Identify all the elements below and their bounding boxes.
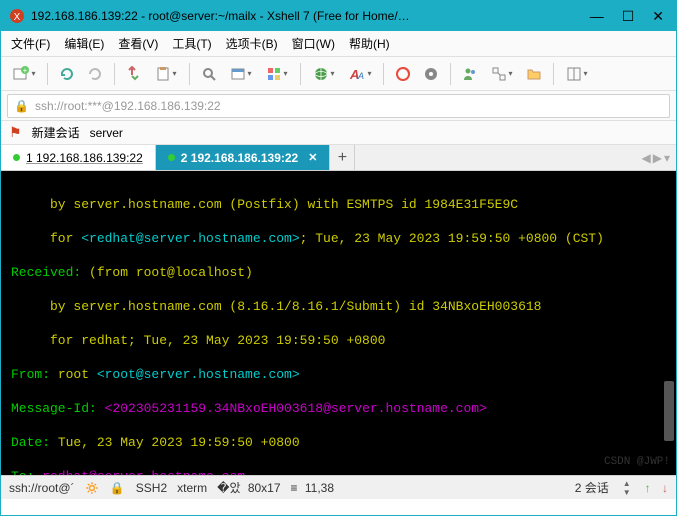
- app-icon: X: [9, 8, 25, 24]
- menu-tabs[interactable]: 选项卡(B): [226, 35, 278, 52]
- separator: [114, 63, 115, 85]
- separator: [450, 63, 451, 85]
- watermark: CSDN @JWP!: [604, 454, 670, 471]
- tunnel-button[interactable]: ▾: [485, 61, 519, 87]
- tab-next-icon[interactable]: ▶: [653, 151, 662, 165]
- toolbar: +▾ ▾ ▾ ▾ ▾ AA▾ ▾ ▾: [1, 57, 676, 91]
- disconnect-button[interactable]: [82, 61, 108, 87]
- separator: [553, 63, 554, 85]
- color-button[interactable]: ▾: [260, 61, 294, 87]
- close-button[interactable]: ✕: [652, 8, 664, 25]
- address-text: ssh://root:***@192.168.186.139:22: [35, 99, 221, 113]
- status-lock-icon: 🔅: [85, 481, 100, 495]
- status-path: ssh://root@´: [9, 481, 75, 495]
- svg-text:+: +: [23, 66, 28, 75]
- tab-menu-icon[interactable]: ▾: [664, 151, 670, 165]
- status-net: ↑ ↓: [645, 481, 668, 495]
- reconnect-button[interactable]: [54, 61, 80, 87]
- separator: [383, 63, 384, 85]
- bookmark-icon[interactable]: ⚑: [9, 124, 22, 141]
- new-session-link[interactable]: 新建会话: [32, 124, 80, 141]
- status-sessions-menu[interactable]: ▲▼: [623, 479, 631, 497]
- title-bar: X 192.168.186.139:22 - root@server:~/mai…: [1, 1, 676, 31]
- tab-2-label: 2 192.168.186.139:22: [181, 151, 298, 165]
- users-button[interactable]: [457, 61, 483, 87]
- separator: [189, 63, 190, 85]
- minimize-button[interactable]: —: [590, 8, 604, 25]
- menu-help[interactable]: 帮助(H): [349, 35, 390, 52]
- tab-add-button[interactable]: +: [330, 145, 355, 170]
- tab-close-icon[interactable]: ✕: [308, 151, 317, 164]
- session-name[interactable]: server: [90, 126, 123, 140]
- tab-strip: 1 192.168.186.139:22 2 192.168.186.139:2…: [1, 145, 676, 171]
- maximize-button[interactable]: ☐: [622, 8, 635, 25]
- menu-window[interactable]: 窗口(W): [292, 35, 335, 52]
- menu-view[interactable]: 查看(V): [118, 35, 158, 52]
- status-size: �았 80x17: [217, 479, 280, 496]
- terminal[interactable]: by server.hostname.com (Postfix) with ES…: [1, 171, 676, 475]
- folder-button[interactable]: [521, 61, 547, 87]
- new-session-button[interactable]: +▾: [7, 61, 41, 87]
- address-input[interactable]: 🔒 ssh://root:***@192.168.186.139:22: [7, 94, 670, 118]
- font-button[interactable]: AA▾: [343, 61, 377, 87]
- svg-text:A: A: [357, 71, 364, 81]
- find-button[interactable]: [196, 61, 222, 87]
- layout-button[interactable]: ▾: [560, 61, 594, 87]
- globe-button[interactable]: ▾: [307, 61, 341, 87]
- tab-prev-icon[interactable]: ◀: [642, 151, 651, 165]
- status-bar: ssh://root@´ 🔅 🔒 SSH2 xterm �았 80x17 ≡ 1…: [1, 475, 676, 499]
- status-sessions: 2 会话: [575, 479, 609, 496]
- lock-icon: 🔒: [14, 99, 29, 113]
- address-bar: 🔒 ssh://root:***@192.168.186.139:22: [1, 91, 676, 121]
- properties-button[interactable]: ▾: [224, 61, 258, 87]
- scrollbar-thumb[interactable]: [664, 381, 674, 441]
- menu-file[interactable]: 文件(F): [11, 35, 50, 52]
- tab-2[interactable]: 2 192.168.186.139:22 ✕: [156, 145, 331, 170]
- status-term: xterm: [177, 481, 207, 495]
- status-dot-icon: [13, 154, 20, 161]
- key-button[interactable]: [418, 61, 444, 87]
- session-bar: ⚑ 新建会话 server: [1, 121, 676, 145]
- status-pos: ≡ 11,38: [291, 481, 334, 495]
- script-button[interactable]: [390, 61, 416, 87]
- paste-button[interactable]: ▾: [149, 61, 183, 87]
- menu-tools[interactable]: 工具(T): [172, 35, 211, 52]
- tab-nav: ◀ ▶ ▾: [636, 145, 677, 170]
- svg-text:X: X: [14, 12, 21, 23]
- menu-bar: 文件(F) 编辑(E) 查看(V) 工具(T) 选项卡(B) 窗口(W) 帮助(…: [1, 31, 676, 57]
- separator: [47, 63, 48, 85]
- window-title: 192.168.186.139:22 - root@server:~/mailx…: [31, 9, 590, 23]
- copy-button[interactable]: [121, 61, 147, 87]
- status-dot-icon: [168, 154, 175, 161]
- status-proto: 🔒 SSH2: [109, 481, 167, 495]
- separator: [300, 63, 301, 85]
- menu-edit[interactable]: 编辑(E): [64, 35, 104, 52]
- tab-1[interactable]: 1 192.168.186.139:22: [1, 145, 156, 170]
- tab-1-label: 1 192.168.186.139:22: [26, 151, 143, 165]
